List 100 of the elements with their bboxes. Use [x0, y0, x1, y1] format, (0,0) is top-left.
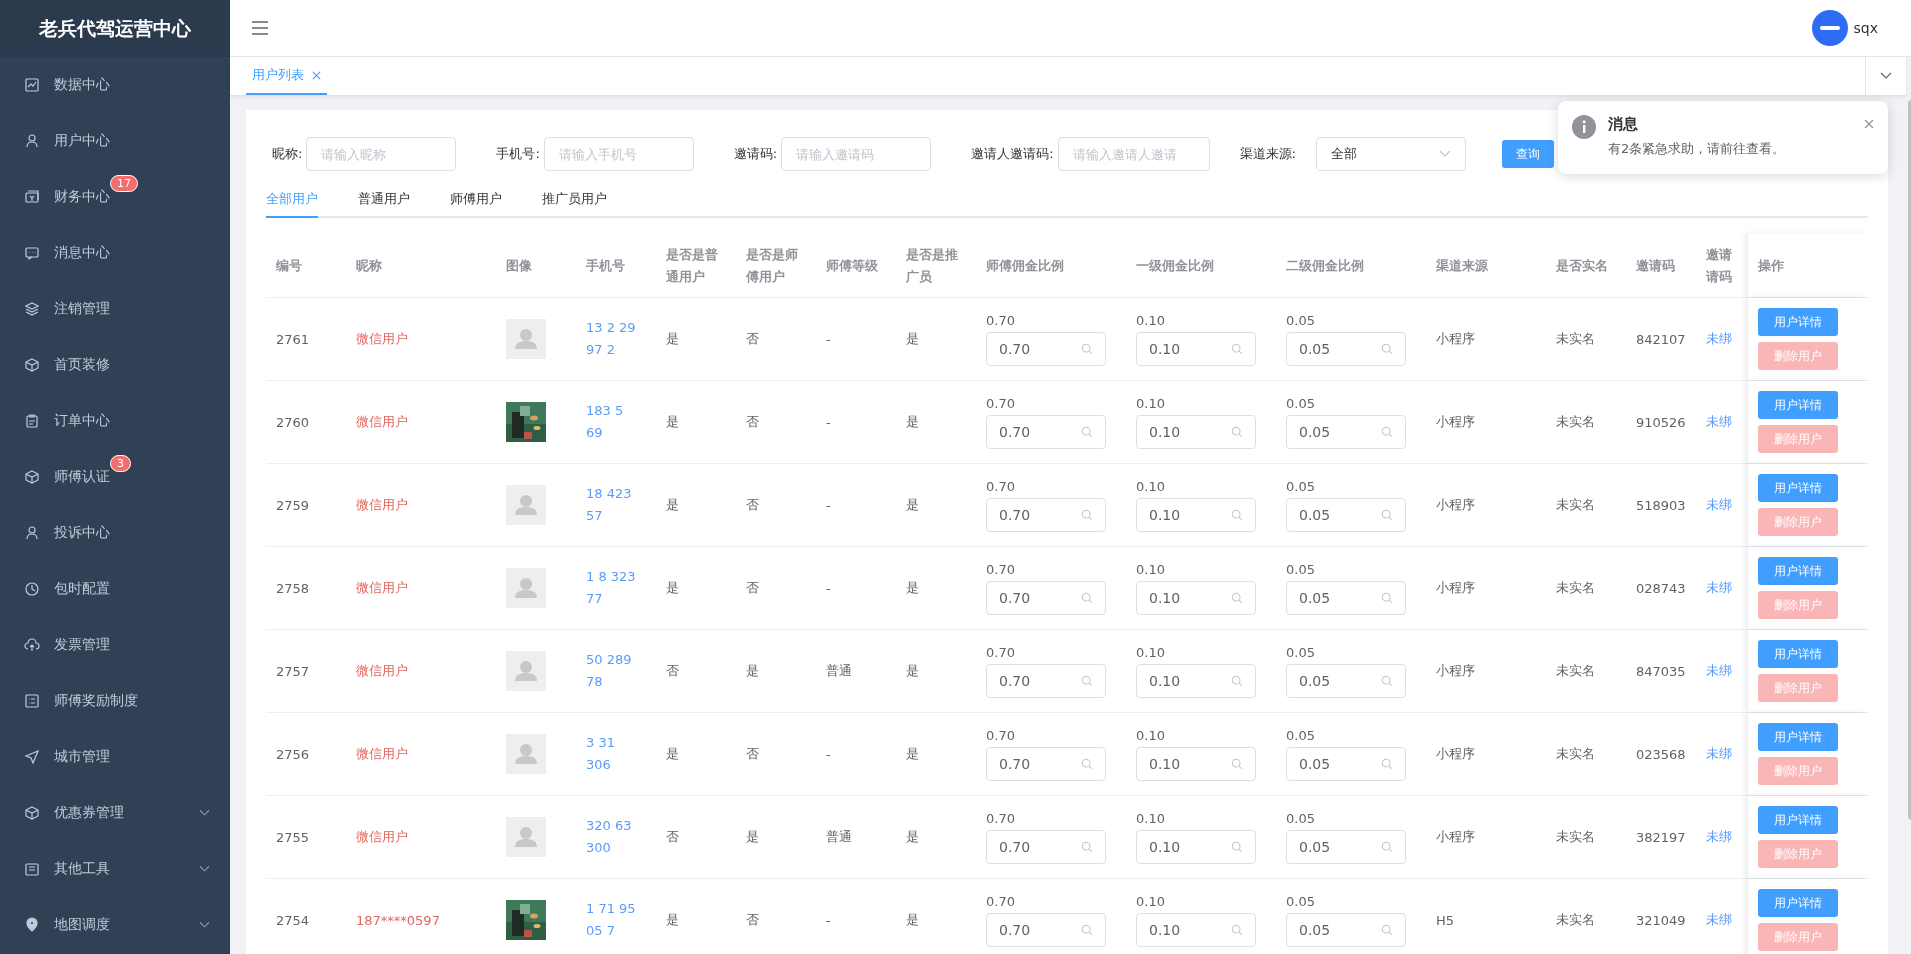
ratio-value: 0.70: [986, 395, 1015, 411]
menu-item[interactable]: 包时配置: [0, 561, 230, 617]
menu-label: 首页装修: [54, 356, 110, 374]
ratio-input[interactable]: 0.70: [986, 746, 1106, 781]
menu-item[interactable]: 用户中心: [0, 113, 230, 169]
ratio-input[interactable]: 0.05: [1286, 663, 1406, 698]
filter-label: 渠道来源:: [1239, 145, 1296, 163]
table-cell-text: -: [825, 330, 832, 349]
ratio-input[interactable]: 0.05: [1286, 746, 1406, 781]
user-name[interactable]: sqx: [1853, 20, 1878, 36]
ratio-input[interactable]: 0.70: [986, 663, 1106, 698]
ratio-value: 0.70: [986, 312, 1015, 328]
search-icon: [1381, 757, 1393, 770]
ratio-input[interactable]: 0.10: [1136, 414, 1256, 449]
column-header: 师傅等级: [825, 256, 879, 275]
table-cell-text: 847035: [1635, 662, 1687, 681]
menu-item[interactable]: 订单中心: [0, 393, 230, 449]
table-cell-text: 小程序: [1435, 496, 1476, 514]
menu-item[interactable]: 发票管理: [0, 617, 230, 673]
menu-item[interactable]: 消息中心: [0, 225, 230, 281]
menu-label: 注销管理: [54, 300, 110, 318]
filter-input[interactable]: 请输入手机号: [543, 137, 694, 171]
close-icon[interactable]: [312, 70, 321, 80]
search-icon: [1081, 757, 1093, 770]
table-cell-text: 382197: [1635, 828, 1687, 847]
search-icon: [1081, 923, 1093, 936]
ratio-input[interactable]: 0.10: [1136, 497, 1256, 532]
ratio-input[interactable]: 0.05: [1286, 497, 1406, 532]
menu-item[interactable]: 优惠券管理: [0, 785, 230, 841]
search-icon: [1231, 757, 1243, 770]
ratio-input[interactable]: 0.10: [1136, 829, 1256, 864]
column-header: 操作: [1748, 234, 1868, 297]
user-tab[interactable]: 师傅用户: [450, 182, 502, 218]
ratio-input[interactable]: 0.70: [986, 829, 1106, 864]
menu-icon[interactable]: [252, 21, 268, 35]
ratio-input[interactable]: 0.70: [986, 414, 1106, 449]
ratio-input[interactable]: 0.10: [1136, 580, 1256, 615]
ratio-input[interactable]: 0.10: [1136, 663, 1256, 698]
table-cell-text: 是: [745, 662, 760, 680]
menu-label: 投诉中心: [54, 524, 110, 542]
ratio-input[interactable]: 0.05: [1286, 580, 1406, 615]
table-cell-text: 微信用户: [355, 745, 409, 763]
column-header: 邀请码: [1635, 256, 1676, 275]
ratio-input[interactable]: 0.05: [1286, 331, 1406, 366]
menu-item[interactable]: 师傅认证 3: [0, 449, 230, 505]
table-cell-text: -: [825, 579, 832, 598]
menu-item[interactable]: 其他工具: [0, 841, 230, 897]
table-cell-text: 028743: [1635, 579, 1687, 598]
channel-select[interactable]: 全部: [1315, 137, 1466, 171]
table-cell-text: 321049: [1635, 911, 1687, 930]
table-cell-text: 微信用户: [355, 828, 409, 846]
ratio-input[interactable]: 0.05: [1286, 414, 1406, 449]
table-cell-text: 否: [665, 662, 680, 680]
ratio-input[interactable]: 0.10: [1136, 912, 1256, 947]
ratio-value: 0.70: [986, 727, 1015, 743]
menu-item[interactable]: 财务中心 17: [0, 169, 230, 225]
ratio-value: 0.05: [1286, 561, 1315, 577]
ratio-input[interactable]: 0.10: [1136, 746, 1256, 781]
filter-input[interactable]: 请输入邀请人邀请: [1057, 137, 1210, 171]
menu-item[interactable]: 城市管理: [0, 729, 230, 785]
user-tab[interactable]: 推广员用户: [542, 182, 607, 218]
count-badge: 17: [110, 175, 138, 192]
table-cell-text: 微信用户: [355, 330, 409, 348]
table-cell-text: 否: [665, 828, 680, 846]
avatar-icon: [506, 568, 546, 608]
ratio-input[interactable]: 0.70: [986, 912, 1106, 947]
menu-item[interactable]: 注销管理: [0, 281, 230, 337]
filter-label: 手机号:: [496, 145, 540, 163]
table-cell-text: 2760: [275, 413, 311, 432]
menu-item[interactable]: 数据中心: [0, 57, 230, 113]
menu-label: 财务中心: [54, 188, 110, 206]
menu-item[interactable]: 投诉中心: [0, 505, 230, 561]
ratio-input[interactable]: 0.05: [1286, 829, 1406, 864]
avatar-icon: [506, 651, 546, 691]
app-title: 老兵代驾运营中心: [0, 0, 230, 57]
ratio-input[interactable]: 0.70: [986, 497, 1106, 532]
ratio-input[interactable]: 0.70: [986, 580, 1106, 615]
search-icon: [1381, 840, 1393, 853]
table-cell-text: 2759: [275, 496, 311, 515]
filter-input[interactable]: 请输入昵称: [306, 137, 457, 171]
ratio-value: 0.10: [1136, 893, 1165, 909]
column-header: 邀请 请码: [1706, 245, 1733, 286]
menu-item[interactable]: 师傅奖励制度: [0, 673, 230, 729]
avatar-icon[interactable]: [1811, 10, 1848, 46]
search-icon: [1231, 425, 1243, 438]
ratio-input[interactable]: 0.10: [1136, 331, 1256, 366]
close-icon[interactable]: [1864, 119, 1874, 129]
table-cell-text: 是: [905, 911, 920, 929]
avatar-icon: [506, 319, 546, 359]
filter-input[interactable]: 请输入邀请码: [781, 137, 932, 171]
table-cell-text: -: [825, 496, 832, 515]
ratio-input[interactable]: 0.05: [1286, 912, 1406, 947]
menu-item[interactable]: 地图调度: [0, 897, 230, 953]
ratio-input[interactable]: 0.70: [986, 331, 1106, 366]
search-icon: [1081, 591, 1093, 604]
avatar-icon: [506, 485, 546, 525]
list-icon: [24, 693, 40, 709]
menu-item[interactable]: 首页装修: [0, 337, 230, 393]
table-cell-text: 小程序: [1435, 745, 1476, 763]
user-tab[interactable]: 普通用户: [358, 182, 410, 218]
